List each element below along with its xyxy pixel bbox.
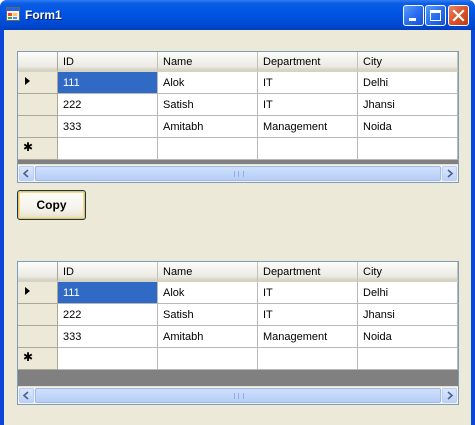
header-corner[interactable] xyxy=(18,262,58,282)
column-header-id[interactable]: ID xyxy=(58,262,158,282)
cell-id[interactable]: 222 xyxy=(58,94,158,116)
cell-id[interactable]: 111 xyxy=(58,72,158,94)
cell-name[interactable] xyxy=(158,348,258,370)
cell-id[interactable]: 333 xyxy=(58,326,158,348)
cell-department[interactable]: Management xyxy=(258,326,358,348)
form-client-area: ID Name Department City 111 Alok IT Delh… xyxy=(4,30,471,425)
row-header[interactable] xyxy=(18,282,58,304)
window-title: Form1 xyxy=(25,8,62,22)
current-row-arrow-icon xyxy=(25,77,30,85)
cell-name[interactable]: Amitabh xyxy=(158,116,258,138)
row-header[interactable] xyxy=(18,116,58,138)
cell-name[interactable]: Satish xyxy=(158,94,258,116)
scroll-right-button[interactable] xyxy=(442,388,457,403)
scroll-left-arrow-icon xyxy=(22,169,29,178)
cell-department[interactable]: IT xyxy=(258,304,358,326)
row-header[interactable] xyxy=(18,326,58,348)
cell-id[interactable]: 222 xyxy=(58,304,158,326)
cell-department[interactable] xyxy=(258,348,358,370)
row-header[interactable]: ✱ xyxy=(18,138,58,160)
cell-city[interactable]: Jhansi xyxy=(358,304,458,326)
table-row[interactable]: 222 Satish IT Jhansi xyxy=(18,94,458,116)
cell-city[interactable] xyxy=(358,348,458,370)
cell-name[interactable]: Alok xyxy=(158,72,258,94)
cell-city[interactable]: Delhi xyxy=(358,72,458,94)
cell-department[interactable] xyxy=(258,138,358,160)
scroll-right-arrow-icon xyxy=(447,169,454,178)
table-row[interactable]: 111 Alok IT Delhi xyxy=(18,282,458,304)
column-header-department[interactable]: Department xyxy=(258,52,358,72)
column-header-city[interactable]: City xyxy=(358,262,458,282)
new-row[interactable]: ✱ xyxy=(18,348,458,370)
cell-id[interactable]: 111 xyxy=(58,282,158,304)
scroll-right-button[interactable] xyxy=(442,166,457,181)
data-grid-bottom[interactable]: ID Name Department City 111 Alok IT Delh… xyxy=(17,261,459,405)
cell-id[interactable]: 333 xyxy=(58,116,158,138)
minimize-button[interactable] xyxy=(403,5,424,26)
header-corner[interactable] xyxy=(18,52,58,72)
column-header-city[interactable]: City xyxy=(358,52,458,72)
horizontal-scrollbar[interactable] xyxy=(18,386,458,404)
maximize-icon xyxy=(430,10,441,21)
cell-city[interactable]: Jhansi xyxy=(358,94,458,116)
cell-city[interactable] xyxy=(358,138,458,160)
cell-name[interactable] xyxy=(158,138,258,160)
row-header[interactable] xyxy=(18,94,58,116)
new-row-asterisk-icon: ✱ xyxy=(23,140,34,154)
cell-name[interactable]: Satish xyxy=(158,304,258,326)
row-header[interactable] xyxy=(18,304,58,326)
grid-header: ID Name Department City xyxy=(18,262,458,282)
table-row[interactable]: 333 Amitabh Management Noida xyxy=(18,326,458,348)
cell-name[interactable]: Alok xyxy=(158,282,258,304)
scroll-left-button[interactable] xyxy=(19,166,34,181)
data-grid-top[interactable]: ID Name Department City 111 Alok IT Delh… xyxy=(17,51,459,183)
close-button[interactable] xyxy=(448,5,469,26)
column-header-name[interactable]: Name xyxy=(158,52,258,72)
minimize-icon xyxy=(409,18,416,21)
new-row[interactable]: ✱ xyxy=(18,138,458,160)
form-app-icon xyxy=(6,7,20,21)
cell-department[interactable]: IT xyxy=(258,72,358,94)
cell-city[interactable]: Delhi xyxy=(358,282,458,304)
horizontal-scrollbar[interactable] xyxy=(18,164,458,182)
scroll-grip-icon xyxy=(234,393,244,399)
table-row[interactable]: 222 Satish IT Jhansi xyxy=(18,304,458,326)
cell-city[interactable]: Noida xyxy=(358,116,458,138)
grid-header: ID Name Department City xyxy=(18,52,458,72)
row-header[interactable]: ✱ xyxy=(18,348,58,370)
column-header-department[interactable]: Department xyxy=(258,262,358,282)
column-header-id[interactable]: ID xyxy=(58,52,158,72)
row-header[interactable] xyxy=(18,72,58,94)
scroll-thumb[interactable] xyxy=(35,166,441,181)
title-bar[interactable]: Form1 xyxy=(0,0,475,30)
table-row[interactable]: 111 Alok IT Delhi xyxy=(18,72,458,94)
scroll-left-button[interactable] xyxy=(19,388,34,403)
application-window: Form1 ID Name Department City 111 Alok I… xyxy=(0,0,475,425)
cell-department[interactable]: Management xyxy=(258,116,358,138)
scroll-thumb[interactable] xyxy=(35,388,441,403)
cell-id[interactable] xyxy=(58,138,158,160)
maximize-button[interactable] xyxy=(425,5,446,26)
column-header-name[interactable]: Name xyxy=(158,262,258,282)
cell-name[interactable]: Amitabh xyxy=(158,326,258,348)
copy-button[interactable]: Copy xyxy=(17,190,86,220)
close-icon xyxy=(452,9,465,22)
cell-department[interactable]: IT xyxy=(258,282,358,304)
scroll-right-arrow-icon xyxy=(447,391,454,400)
scroll-left-arrow-icon xyxy=(22,391,29,400)
table-row[interactable]: 333 Amitabh Management Noida xyxy=(18,116,458,138)
cell-department[interactable]: IT xyxy=(258,94,358,116)
scroll-grip-icon xyxy=(234,171,244,177)
current-row-arrow-icon xyxy=(25,287,30,295)
new-row-asterisk-icon: ✱ xyxy=(23,350,34,364)
cell-city[interactable]: Noida xyxy=(358,326,458,348)
cell-id[interactable] xyxy=(58,348,158,370)
